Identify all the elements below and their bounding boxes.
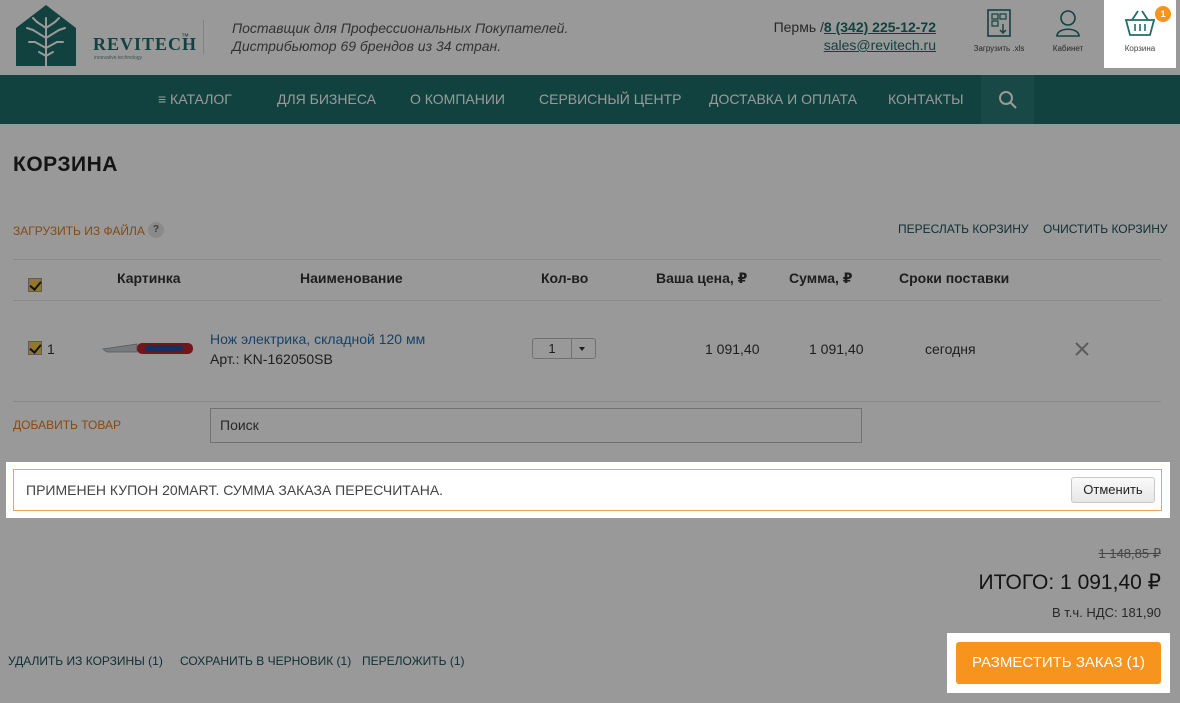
delete-from-cart-link[interactable]: УДАЛИТЬ ИЗ КОРЗИНЫ (1) bbox=[8, 654, 163, 668]
upload-from-file-link[interactable]: ЗАГРУЗИТЬ ИЗ ФАЙЛА bbox=[13, 224, 145, 238]
site-header: REVITECH ™ innovative technology Поставщ… bbox=[0, 0, 1180, 75]
product-search-input[interactable]: Поиск bbox=[210, 408, 862, 443]
overlay-dim bbox=[1104, 68, 1176, 462]
save-draft-link[interactable]: СОХРАНИТЬ В ЧЕРНОВИК (1) bbox=[180, 654, 351, 668]
search-icon bbox=[999, 91, 1017, 109]
select-all-checkbox[interactable] bbox=[28, 278, 42, 292]
overlay-dim bbox=[1170, 633, 1180, 703]
nav-contacts[interactable]: КОНТАКТЫ bbox=[888, 75, 964, 124]
upload-xls-button[interactable]: Загрузить .xls bbox=[968, 8, 1030, 64]
order-total: ИТОГО: 1 091,40 ₽ bbox=[978, 571, 1161, 594]
move-items-link[interactable]: ПЕРЕЛОЖИТЬ (1) bbox=[362, 654, 465, 668]
clear-cart-link[interactable]: ОЧИСТИТЬ КОРЗИНУ bbox=[1043, 222, 1168, 236]
brand-logo[interactable]: REVITECH ™ innovative technology bbox=[13, 4, 196, 70]
col-header-qty: Кол-во bbox=[541, 270, 589, 286]
old-total: 1 148,85 ₽ bbox=[1098, 546, 1162, 561]
help-icon[interactable]: ? bbox=[148, 222, 164, 238]
tagline-line1: Поставщик для Профессиональных Покупател… bbox=[232, 20, 569, 36]
tagline: Поставщик для Профессиональных Покупател… bbox=[232, 19, 568, 55]
upload-file-icon bbox=[987, 9, 1011, 37]
col-header-sum: Сумма, ₽ bbox=[789, 270, 853, 286]
product-image[interactable] bbox=[101, 338, 197, 358]
row-price: 1 091,40 bbox=[705, 341, 760, 357]
contact-city: Пермь bbox=[773, 19, 817, 35]
header-divider bbox=[203, 20, 204, 54]
col-header-name: Наименование bbox=[300, 270, 403, 286]
product-sku: Арт.: KN-162050SB bbox=[210, 351, 333, 367]
cart-count-badge: 1 bbox=[1155, 6, 1171, 22]
col-header-price: Ваша цена, ₽ bbox=[656, 270, 748, 286]
quantity-select[interactable]: 1 bbox=[532, 338, 596, 359]
chevron-down-icon bbox=[579, 347, 585, 351]
place-order-button[interactable]: РАЗМЕСТИТЬ ЗАКАЗ (1) bbox=[956, 642, 1161, 684]
nav-service[interactable]: СЕРВИСНЫЙ ЦЕНТР bbox=[539, 75, 681, 124]
cancel-coupon-button[interactable]: Отменить bbox=[1071, 477, 1155, 503]
contact-block: Пермь /8 (342) 225-12-72 sales@revitech.… bbox=[774, 18, 936, 54]
nav-business[interactable]: ДЛЯ БИЗНЕСА bbox=[277, 75, 376, 124]
cart-label: Корзина bbox=[1124, 44, 1156, 53]
brand-tm: ™ bbox=[181, 32, 189, 41]
cabinet-label: Кабинет bbox=[1052, 44, 1084, 53]
brand-subtitle: innovative technology bbox=[94, 55, 143, 61]
cabinet-button[interactable]: Кабинет bbox=[1037, 8, 1099, 64]
tagline-line2: Дистрибьютор 69 брендов из 34 стран. bbox=[232, 38, 502, 54]
forward-cart-link[interactable]: ПЕРЕСЛАТЬ КОРЗИНУ bbox=[898, 222, 1028, 236]
row-delivery: сегодня bbox=[925, 341, 976, 357]
nav-catalog[interactable]: ≡ КАТАЛОГ bbox=[158, 75, 232, 124]
coupon-notice: ПРИМЕНЕН КУПОН 20MART. СУММА ЗАКАЗА ПЕРЕ… bbox=[13, 469, 1162, 511]
remove-item-icon[interactable] bbox=[1073, 340, 1091, 358]
row-checkbox[interactable] bbox=[28, 341, 42, 355]
coupon-message: ПРИМЕНЕН КУПОН 20MART. СУММА ЗАКАЗА ПЕРЕ… bbox=[26, 482, 444, 498]
user-icon bbox=[1056, 10, 1080, 37]
col-header-delivery: Сроки поставки bbox=[899, 270, 1010, 286]
table-header-border bbox=[13, 300, 1161, 301]
col-header-image: Картинка bbox=[117, 270, 181, 286]
overlay-dim bbox=[947, 693, 1170, 703]
nav-delivery[interactable]: ДОСТАВКА И ОПЛАТА bbox=[709, 75, 857, 124]
main-nav: ≡ КАТАЛОГ ДЛЯ БИЗНЕСА О КОМПАНИИ СЕРВИСН… bbox=[0, 75, 1180, 124]
email-link[interactable]: sales@revitech.ru bbox=[774, 36, 936, 54]
phone-link[interactable]: 8 (342) 225-12-72 bbox=[824, 19, 936, 35]
basket-icon bbox=[1124, 10, 1156, 36]
page-title: КОРЗИНА bbox=[13, 153, 118, 176]
nav-about[interactable]: О КОМПАНИИ bbox=[410, 75, 505, 124]
table-top-border bbox=[13, 259, 1161, 260]
overlay-dim bbox=[0, 633, 947, 703]
vat-amount: В т.ч. НДС: 181,90 bbox=[1052, 605, 1161, 620]
add-product-label: ДОБАВИТЬ ТОВАР bbox=[13, 418, 121, 432]
quantity-value: 1 bbox=[548, 341, 556, 356]
quantity-separator bbox=[571, 339, 572, 358]
nav-search-button[interactable] bbox=[981, 75, 1034, 124]
product-name-link[interactable]: Нож электрика, складной 120 мм bbox=[210, 331, 425, 347]
row-number: 1 bbox=[47, 341, 55, 357]
row-sum: 1 091,40 bbox=[809, 341, 864, 357]
overlay-dim bbox=[1170, 462, 1180, 518]
upload-xls-label: Загрузить .xls bbox=[973, 44, 1025, 53]
logo-tree-icon bbox=[16, 5, 76, 69]
table-row-border bbox=[13, 401, 1161, 402]
